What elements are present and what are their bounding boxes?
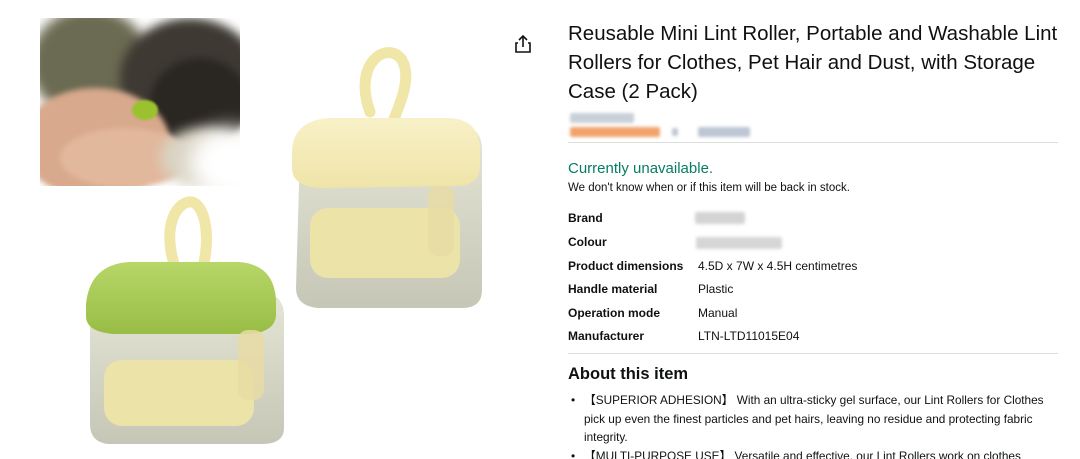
divider [568, 142, 1058, 143]
redacted-rating [570, 113, 634, 123]
redacted-count [672, 128, 678, 136]
bullet-dot: • [571, 393, 576, 407]
bullet-dot: • [571, 448, 576, 459]
spec-label: Colour [568, 235, 607, 249]
about-heading: About this item [568, 365, 689, 383]
spec-row: Brand [568, 208, 1058, 228]
share-icon[interactable] [512, 33, 534, 55]
spec-value: Plastic [698, 282, 734, 296]
spec-row: Manufacturer LTN-LTD11015E04 [568, 326, 1058, 346]
list-item: • 【MULTI-PURPOSE USE】 Versatile and effe… [568, 447, 1058, 459]
spec-value: 4.5D x 7W x 4.5H centimetres [698, 259, 858, 273]
spec-label: Product dimensions [568, 259, 684, 273]
redacted-colour [696, 237, 782, 249]
spec-row: Operation mode Manual [568, 303, 1058, 323]
bullet-text: 【MULTI-PURPOSE USE】 Versatile and effect… [584, 448, 1021, 459]
spec-row: Handle material Plastic [568, 279, 1058, 299]
spec-label: Manufacturer [568, 329, 645, 343]
availability-status: Currently unavailable. [568, 160, 714, 177]
feature-bullets: • 【SUPERIOR ADHESION】 With an ultra-stic… [568, 391, 1058, 459]
spec-value: LTN-LTD11015E04 [698, 329, 800, 343]
divider [568, 353, 1058, 354]
availability-note: We don't know when or if this item will … [568, 182, 850, 194]
redacted-price [570, 127, 660, 137]
redacted-link [698, 127, 750, 137]
redacted-brand [695, 212, 745, 224]
spec-value: Manual [698, 306, 738, 320]
spec-row: Product dimensions 4.5D x 7W x 4.5H cent… [568, 256, 1058, 276]
bullet-text: 【SUPERIOR ADHESION】 With an ultra-sticky… [584, 393, 1044, 444]
spec-row: Colour [568, 232, 1058, 252]
spec-label: Brand [568, 211, 603, 225]
cream-lint-roller [292, 47, 482, 308]
lint-roller-illustration [86, 47, 482, 444]
spec-label: Handle material [568, 282, 658, 296]
product-title: Reusable Mini Lint Roller, Portable and … [568, 22, 1058, 103]
product-image[interactable] [0, 0, 500, 459]
list-item: • 【SUPERIOR ADHESION】 With an ultra-stic… [568, 391, 1058, 447]
spec-label: Operation mode [568, 306, 661, 320]
green-lint-roller [86, 196, 284, 444]
